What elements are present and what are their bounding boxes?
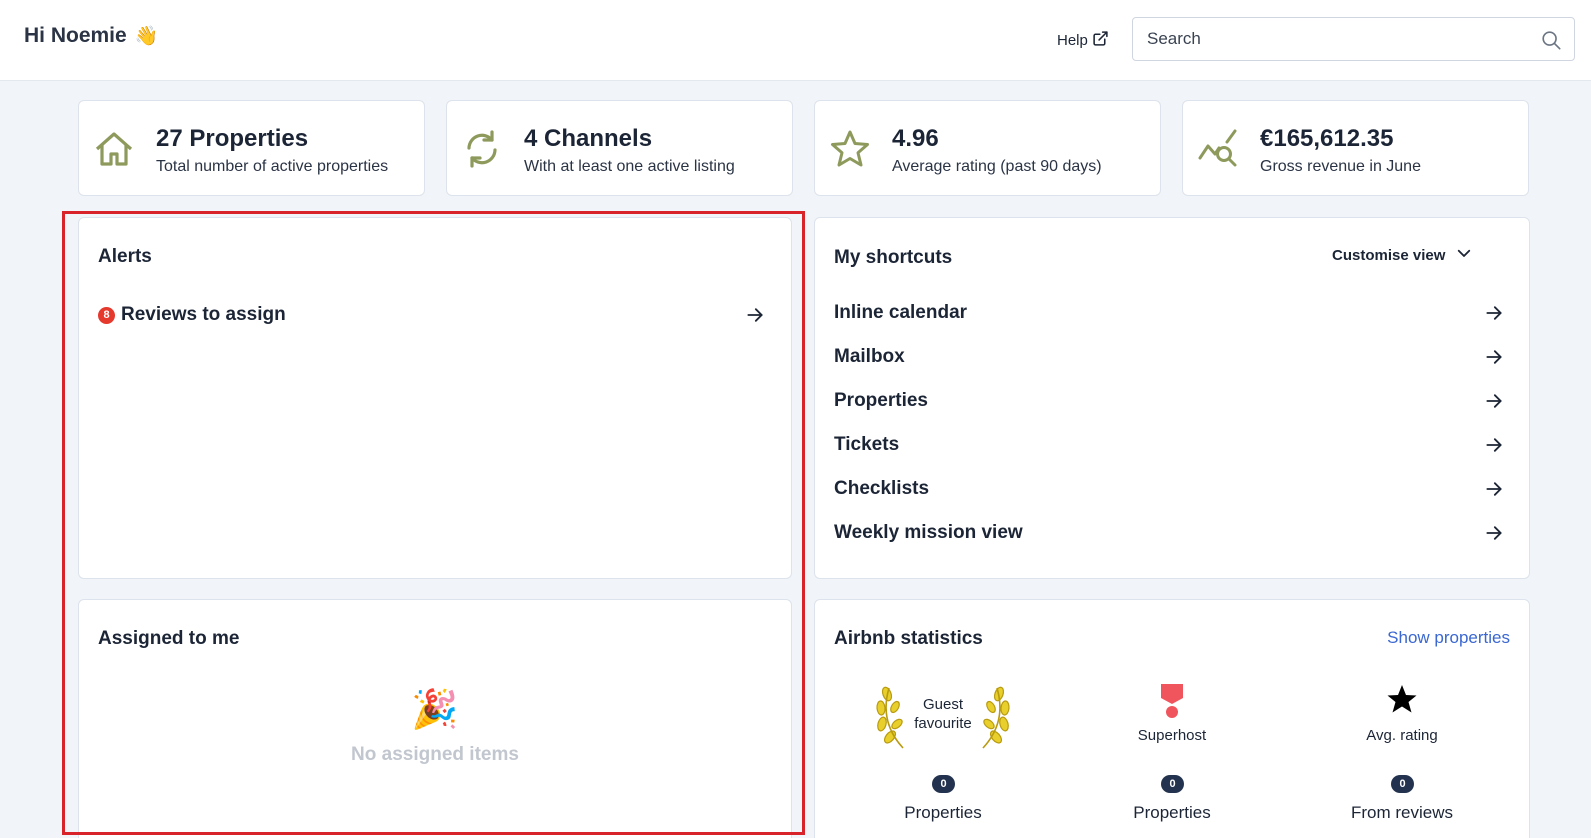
avg-rating-label: Avg. rating xyxy=(1366,727,1438,744)
show-properties-link[interactable]: Show properties xyxy=(1387,628,1510,648)
waving-hand-icon: 👋 xyxy=(134,26,159,47)
arrow-right-icon xyxy=(1484,391,1504,416)
shortcut-properties[interactable]: Properties xyxy=(834,384,1504,418)
shortcut-label: Properties xyxy=(834,390,928,411)
count-badge: 0 xyxy=(1161,775,1184,793)
house-icon xyxy=(93,128,135,170)
shortcut-label: Checklists xyxy=(834,478,930,499)
stat-label: Total number of active properties xyxy=(156,158,389,175)
alerts-panel: Alerts 8 Reviews to assign xyxy=(78,217,792,579)
help-link[interactable]: Help xyxy=(1057,30,1109,51)
stat-value: 4 Channels xyxy=(524,125,653,152)
arrow-right-icon xyxy=(1484,435,1504,460)
chart-search-icon xyxy=(1197,128,1239,170)
arrow-right-icon xyxy=(1484,523,1504,548)
stat-sub-label: Properties xyxy=(904,803,982,822)
alert-item-reviews[interactable]: 8 Reviews to assign xyxy=(98,300,765,330)
empty-state-text: No assigned items xyxy=(351,744,519,765)
count-badge: 0 xyxy=(932,775,955,793)
arrow-right-icon xyxy=(745,305,765,330)
shortcut-tickets[interactable]: Tickets xyxy=(834,428,1504,462)
shortcut-label: Tickets xyxy=(834,434,900,455)
stat-label: Average rating (past 90 days) xyxy=(892,158,1102,175)
arrow-right-icon xyxy=(1484,303,1504,328)
stat-sub-label: Properties xyxy=(1133,803,1211,822)
arrow-right-icon xyxy=(1484,479,1504,504)
search-box xyxy=(1132,17,1575,61)
stat-card-rating: 4.96 Average rating (past 90 days) xyxy=(814,100,1161,196)
guest-favourite-line1: Guest xyxy=(922,696,964,713)
shortcut-mailbox[interactable]: Mailbox xyxy=(834,340,1504,374)
shortcuts-panel: My shortcuts Customise view Inline calen… xyxy=(814,217,1530,579)
guest-favourite-line2: favourite xyxy=(914,715,972,732)
chevron-down-icon xyxy=(1455,244,1473,266)
external-link-icon xyxy=(1092,30,1109,51)
shortcut-checklists[interactable]: Checklists xyxy=(834,472,1504,506)
top-bar: Hi Noemie 👋 Help xyxy=(0,0,1591,81)
shortcut-label: Mailbox xyxy=(834,346,905,367)
stat-label: Gross revenue in June xyxy=(1260,158,1421,175)
search-input[interactable] xyxy=(1147,18,1527,60)
shortcut-inline-calendar[interactable]: Inline calendar xyxy=(834,296,1504,330)
shortcut-label: Weekly mission view xyxy=(834,522,1023,543)
stat-value: 4.96 xyxy=(892,125,939,152)
count-badge: 0 xyxy=(1391,775,1414,793)
star-outline-icon xyxy=(829,128,871,170)
star-filled-icon xyxy=(1387,684,1417,719)
greeting: Hi Noemie 👋 xyxy=(24,24,158,48)
stat-sub-label: From reviews xyxy=(1350,803,1453,822)
assigned-panel: Assigned to me 🎉 No assigned items xyxy=(78,599,792,838)
airbnb-title: Airbnb statistics xyxy=(834,628,983,649)
shortcut-weekly-mission-view[interactable]: Weekly mission view xyxy=(834,516,1504,550)
customise-view-button[interactable]: Customise view xyxy=(1332,244,1473,266)
alert-label: Reviews to assign xyxy=(121,304,286,325)
superhost-label: Superhost xyxy=(1137,727,1207,744)
stat-card-revenue: €165,612.35 Gross revenue in June xyxy=(1182,100,1529,196)
arrow-right-icon xyxy=(1484,347,1504,372)
greeting-text: Hi Noemie xyxy=(24,24,127,47)
party-popper-icon: 🎉 xyxy=(411,689,459,731)
stat-card-properties: 27 Properties Total number of active pro… xyxy=(78,100,425,196)
search-icon[interactable] xyxy=(1540,29,1562,56)
stat-value: €165,612.35 xyxy=(1260,125,1394,152)
stat-card-channels: 4 Channels With at least one active list… xyxy=(446,100,793,196)
alerts-title: Alerts xyxy=(98,246,152,267)
superhost-icon xyxy=(1160,684,1184,725)
guest-favourite-label: Guest favourite xyxy=(843,695,1043,733)
airbnb-statistics-panel: Airbnb statistics Show properties Guest … xyxy=(814,599,1530,838)
customise-view-label: Customise view xyxy=(1332,246,1446,264)
shortcuts-title: My shortcuts xyxy=(834,247,953,268)
help-label: Help xyxy=(1057,32,1088,49)
stat-label: With at least one active listing xyxy=(524,158,735,175)
assigned-title: Assigned to me xyxy=(98,628,240,649)
shortcut-label: Inline calendar xyxy=(834,302,968,323)
stat-value: 27 Properties xyxy=(156,125,309,152)
alert-count-badge: 8 xyxy=(98,306,115,324)
sync-icon xyxy=(461,128,503,170)
